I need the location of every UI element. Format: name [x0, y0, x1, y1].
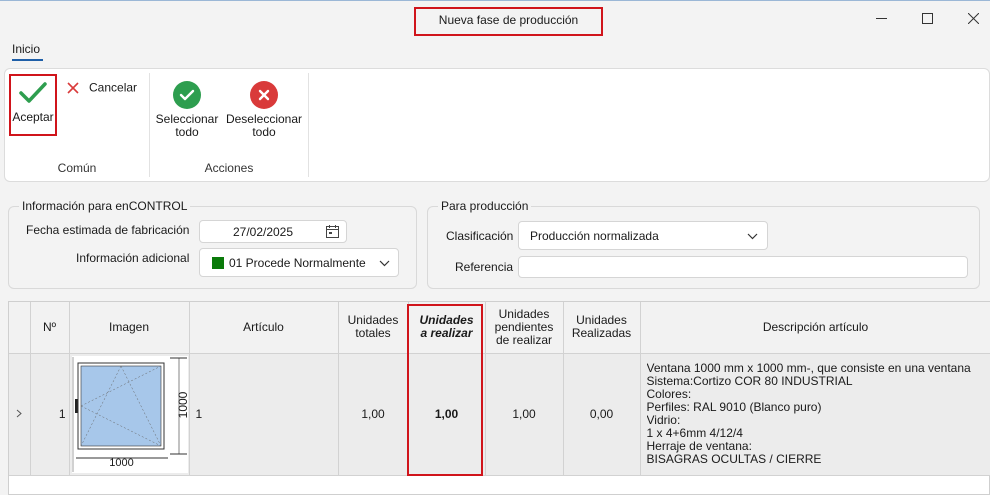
check-circle-icon [173, 81, 201, 109]
header-imagen[interactable]: Imagen [69, 302, 190, 354]
header-unidades-realizadas[interactable]: Unidades Realizadas [563, 302, 641, 354]
select-all-label-2: todo [175, 125, 199, 139]
cancel-button[interactable]: Cancelar [65, 81, 145, 94]
group-label-comun: Común [57, 161, 97, 175]
production-phase-window: Nueva fase de producción Inicio Aceptar … [0, 0, 990, 495]
ribbon-panel: Aceptar Cancelar Común Seleccionar todo … [4, 68, 990, 182]
cell-articulo-value: 1 [195, 407, 203, 421]
title-bar: Nueva fase de producción [0, 1, 990, 36]
desc-line: Ventana 1000 mm x 1000 mm-, que consiste… [646, 362, 971, 375]
fecha-value: 27/02/2025 [232, 224, 294, 239]
header-articulo[interactable]: Artículo [189, 302, 339, 354]
grid-header-row: Nº Imagen Artículo Unidades totales Unid… [9, 302, 990, 354]
window-title-text: Nueva fase de producción [438, 13, 579, 27]
group-separator [308, 73, 309, 177]
desc-line: BISAGRAS OCULTAS / CIERRE [646, 453, 822, 466]
checkmark-icon [19, 82, 47, 103]
header-articulo-label: Artículo [243, 319, 284, 334]
info-adicional-label: Información adicional [76, 251, 190, 265]
desc-line: 1 x 4+6mm 4/12/4 [646, 427, 743, 440]
production-grid: Nº Imagen Artículo Unidades totales Unid… [8, 301, 990, 495]
grid-table: Nº Imagen Artículo Unidades totales Unid… [9, 302, 990, 476]
image-width-label: 1000 [109, 456, 134, 469]
cell-articulo: 1 [189, 353, 339, 476]
cell-descripcion: Ventana 1000 mm x 1000 mm-, que consiste… [640, 353, 990, 476]
referencia-label: Referencia [455, 260, 514, 274]
encontrol-legend: Información para enCONTROL [19, 199, 191, 213]
x-circle-icon [250, 81, 278, 109]
referencia-input[interactable] [518, 256, 968, 278]
image-height-label: 1000 [175, 391, 190, 418]
info-adicional-select[interactable]: 01 Procede Normalmente [199, 248, 399, 277]
calendar-icon[interactable] [326, 225, 339, 238]
cell-imagen: 1000 1000 [69, 353, 190, 476]
cancel-x-icon [67, 82, 79, 94]
header-descripcion-label: Descripción artículo [762, 319, 869, 334]
ribbon-tab-indicator [12, 59, 43, 61]
maximize-button[interactable] [904, 1, 950, 35]
minimize-button[interactable] [858, 1, 904, 35]
select-all-button[interactable]: Seleccionar todo [153, 81, 221, 139]
header-unidades-realizadas-line2: Realizadas [571, 326, 632, 341]
info-adicional-value: 01 Procede Normalmente [229, 255, 366, 270]
cell-unidades-totales: 1,00 [338, 353, 409, 476]
row-selector[interactable] [9, 353, 31, 476]
clasificacion-value: Producción normalizada [530, 228, 659, 243]
fecha-label: Fecha estimada de fabricación [26, 223, 190, 237]
close-button[interactable] [950, 1, 990, 35]
accept-button[interactable]: Aceptar [11, 79, 55, 124]
header-unidades-pendientes-line1: Unidades [498, 306, 550, 321]
produccion-legend: Para producción [438, 199, 532, 213]
cell-unidades-totales-value: 1,00 [361, 407, 385, 421]
row-selector-header [9, 302, 31, 354]
cell-n-value: 1 [58, 407, 66, 421]
deselect-all-button[interactable]: Deseleccionar todo [223, 81, 305, 139]
minimize-icon [875, 17, 887, 19]
cell-unidades-realizadas: 0,00 [563, 353, 641, 476]
chevron-down-icon [747, 233, 758, 240]
deselect-all-label-2: todo [252, 125, 276, 139]
header-descripcion[interactable]: Descripción artículo [640, 302, 990, 354]
fecha-input[interactable]: 27/02/2025 [199, 220, 347, 243]
header-unidades-realizar-line2: a realizar [420, 326, 473, 341]
cell-unidades-pendientes: 1,00 [485, 353, 564, 476]
chevron-right-icon [16, 409, 23, 418]
desc-line: Sistema:Cortizo COR 80 INDUSTRIAL [646, 375, 853, 388]
cell-unidades-realizar-value: 1,00 [434, 407, 459, 421]
header-unidades-pendientes[interactable]: Unidades pendientes de realizar [485, 302, 564, 354]
header-unidades-totales-line2: totales [355, 326, 391, 341]
desc-line: Herraje de ventana: [646, 440, 752, 453]
header-n[interactable]: Nº [30, 302, 70, 354]
close-icon [967, 12, 979, 24]
clasificacion-select[interactable]: Producción normalizada [518, 221, 768, 250]
desc-line: Vidrio: [646, 414, 681, 427]
accept-label: Aceptar [12, 110, 54, 124]
header-unidades-pendientes-line2: pendientes [494, 319, 554, 334]
table-row[interactable]: 1 1000 1000 1 1,00 1,00 1,00 0,00 Ventan… [9, 353, 990, 476]
cell-unidades-realizadas-value: 0,00 [589, 407, 614, 421]
ribbon-tab-inicio[interactable]: Inicio [12, 42, 40, 56]
cell-unidades-realizar[interactable]: 1,00 [408, 353, 486, 476]
header-unidades-pendientes-line3: de realizar [495, 332, 553, 347]
header-imagen-label: Imagen [108, 319, 150, 334]
status-color-swatch [212, 256, 224, 269]
cell-unidades-pendientes-value: 1,00 [512, 407, 536, 421]
header-unidades-totales[interactable]: Unidades totales [338, 302, 409, 354]
group-label-acciones: Acciones [204, 161, 254, 175]
clasificacion-label: Clasificación [446, 229, 514, 243]
header-unidades-realizar[interactable]: Unidades a realizar [408, 302, 486, 354]
maximize-icon [921, 12, 933, 24]
window-title: Nueva fase de producción [414, 7, 603, 36]
cell-n: 1 [30, 353, 70, 476]
header-n-label: Nº [42, 319, 57, 334]
desc-line: Perfiles: RAL 9010 (Blanco puro) [646, 401, 822, 414]
cancel-label: Cancelar [89, 80, 138, 95]
chevron-down-icon [379, 260, 390, 267]
desc-line: Colores: [646, 388, 692, 401]
